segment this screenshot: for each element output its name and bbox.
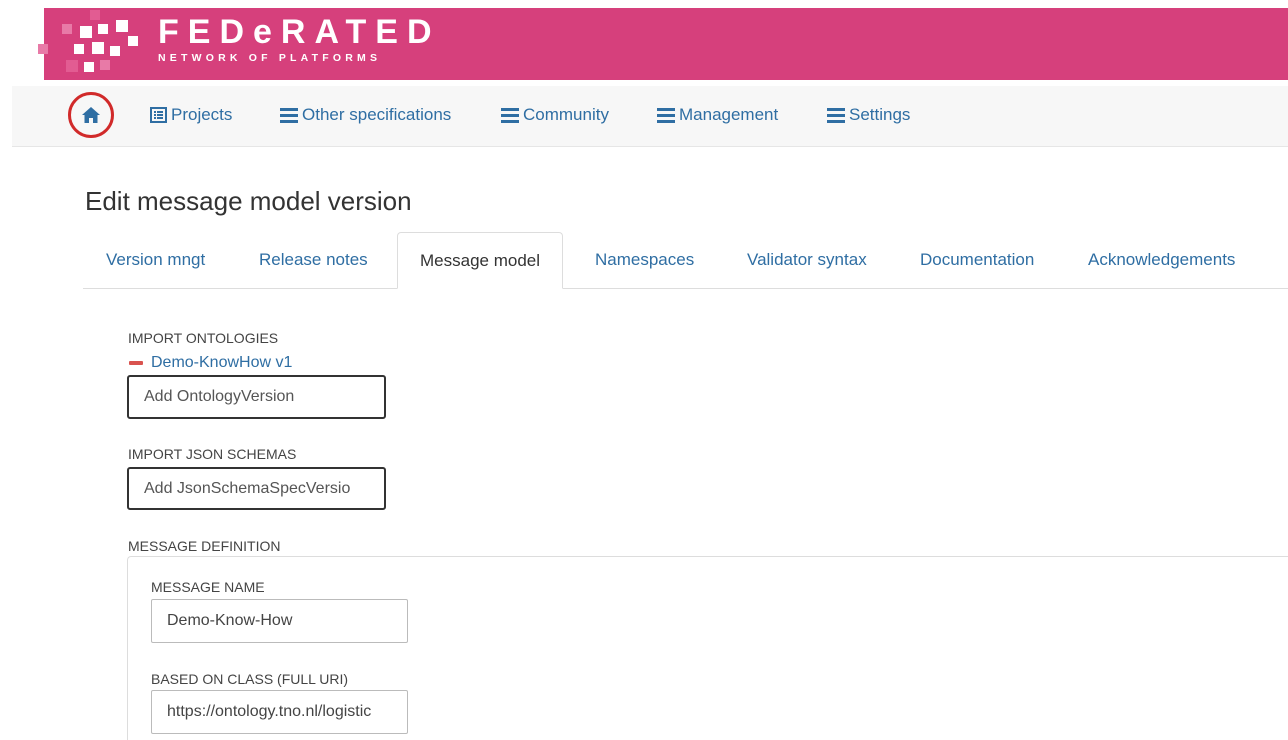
message-name-input[interactable] [151, 599, 408, 643]
nav-item-community[interactable]: Community [501, 105, 609, 125]
tab-validator-syntax[interactable]: Validator syntax [747, 232, 867, 288]
based-on-class-input[interactable] [151, 690, 408, 734]
brand-subtitle: NETWORK OF PLATFORMS [158, 52, 382, 64]
remove-icon[interactable] [129, 361, 143, 365]
menu-lines-icon [827, 107, 845, 123]
nav-item-label: Projects [171, 105, 233, 124]
menu-lines-icon [657, 107, 675, 123]
site-banner: FEDeRATED NETWORK OF PLATFORMS [0, 0, 1288, 80]
nav-item-projects[interactable]: Projects [150, 105, 232, 125]
tab-release-notes[interactable]: Release notes [259, 232, 368, 288]
main-navbar: Projects Other specifications Community … [12, 86, 1288, 147]
import-json-schemas-label: IMPORT JSON SCHEMAS [128, 446, 297, 462]
home-icon [82, 107, 100, 123]
tab-version-mngt[interactable]: Version mngt [106, 232, 205, 288]
nav-item-label: Other specifications [302, 105, 452, 124]
menu-lines-icon [501, 107, 519, 123]
nav-item-label: Community [523, 105, 609, 124]
based-on-class-label: BASED ON CLASS (FULL URI) [151, 671, 349, 687]
menu-lines-icon [280, 107, 298, 123]
tab-namespaces[interactable]: Namespaces [595, 232, 694, 288]
brand: FEDeRATED NETWORK OF PLATFORMS [158, 14, 441, 64]
federated-logo-icon [38, 8, 138, 80]
tab-acknowledgements[interactable]: Acknowledgements [1088, 232, 1235, 288]
ontology-item-label: Demo-KnowHow v1 [151, 354, 293, 371]
ontology-item[interactable]: Demo-KnowHow v1 [129, 354, 292, 372]
home-button[interactable] [68, 92, 114, 138]
tab-bar: Version mngt Release notes Message model… [83, 232, 1288, 289]
nav-item-settings[interactable]: Settings [827, 105, 910, 125]
nav-item-label: Settings [849, 105, 911, 124]
brand-title: FEDeRATED [158, 13, 441, 51]
message-name-label: MESSAGE NAME [151, 579, 265, 595]
list-alt-icon [150, 107, 167, 123]
tab-message-model[interactable]: Message model [397, 232, 564, 289]
import-ontologies-label: IMPORT ONTOLOGIES [128, 330, 279, 346]
page-title: Edit message model version [85, 186, 412, 216]
add-json-schema-input[interactable] [127, 467, 386, 510]
nav-item-other-specifications[interactable]: Other specifications [280, 105, 451, 125]
tab-documentation[interactable]: Documentation [920, 232, 1034, 288]
add-ontology-version-input[interactable] [127, 375, 386, 419]
nav-item-label: Management [679, 105, 779, 124]
nav-item-management[interactable]: Management [657, 105, 778, 125]
message-definition-label: MESSAGE DEFINITION [128, 538, 281, 554]
